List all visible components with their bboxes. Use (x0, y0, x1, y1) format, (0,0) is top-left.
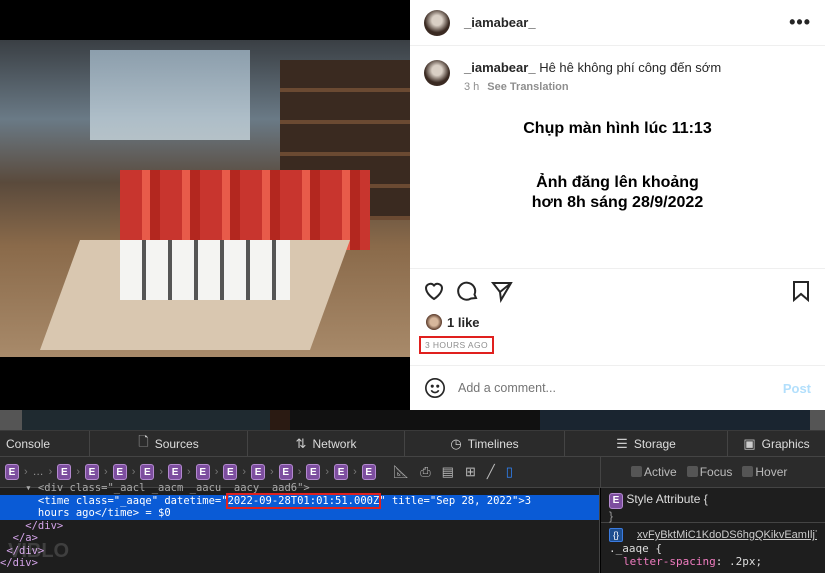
grid-icon[interactable]: ⊞ (465, 464, 476, 480)
crumb-element[interactable]: E (168, 464, 183, 480)
focus-checkbox[interactable]: Focus (686, 465, 732, 479)
dom-line[interactable]: </a> (0, 532, 599, 545)
see-translation-link[interactable]: See Translation (487, 81, 568, 93)
time-ago[interactable]: 3 HOURS AGO (419, 336, 494, 354)
post-button[interactable]: Post (783, 381, 811, 396)
tab-graphics[interactable]: ▣ Graphics (728, 431, 825, 456)
pencil-icon[interactable]: ╱ (487, 464, 495, 480)
document-icon: 🗋 (138, 433, 149, 449)
tab-sources[interactable]: 🗋 Sources (90, 431, 248, 456)
crumb-element[interactable]: E (57, 464, 72, 480)
post-photo[interactable] (0, 40, 410, 357)
caption-username[interactable]: _iamabear_ (464, 60, 536, 75)
post-header: _iamabear_ ••• (410, 0, 825, 46)
styles-sidebar: E Style Attribute { } {} xvFyBktMiC1KdoDS… (601, 488, 825, 573)
likes[interactable]: 1 like (426, 314, 480, 330)
crumb-ellipsis[interactable]: … (33, 466, 44, 478)
comment-icon[interactable] (456, 279, 480, 303)
overlay-note-2: Ảnh đăng lên khoảng (536, 174, 699, 191)
crumb-element[interactable]: E (112, 464, 127, 480)
crumb-element[interactable]: E (140, 464, 155, 480)
username[interactable]: _iamabear_ (464, 15, 536, 30)
watermark: VIBLO (8, 540, 70, 562)
avatar[interactable] (424, 60, 450, 86)
forced-states: Active Focus Hover (600, 457, 825, 488)
liker-avatar (426, 314, 442, 330)
caption: _iamabear_ Hê hê không phí công đến sớm … (410, 46, 825, 93)
dom-line[interactable]: </div> (0, 545, 599, 558)
crumb-element[interactable]: E (223, 464, 238, 480)
crumb-element[interactable]: E (85, 464, 100, 480)
dom-line[interactable]: </div> (0, 520, 599, 533)
dom-line-selected[interactable]: <time class="_aaqe" datetime="2022-09-28… (0, 492, 599, 509)
compositing-icon[interactable]: ▤ (442, 464, 454, 480)
likes-count[interactable]: 1 like (447, 315, 480, 330)
comment-bar: Post (410, 365, 825, 410)
clock-icon: ◷ (450, 435, 462, 451)
crumb-element[interactable]: E (361, 464, 376, 480)
print-icon[interactable]: ⎙ (420, 464, 430, 480)
hover-checkbox[interactable]: Hover (742, 465, 787, 479)
tab-timelines[interactable]: ◷ Timelines (405, 431, 565, 456)
dom-line[interactable]: </div> (0, 557, 599, 570)
rule-selector[interactable]: ._aaqe { (609, 542, 817, 555)
devtools-tab-bar: Console 🗋 Sources ⇅ Network ◷ Timelines ☰ St… (0, 430, 825, 457)
element-badge: E (609, 492, 623, 509)
overlay-note-3: hơn 8h sáng 28/9/2022 (531, 194, 704, 211)
dom-tree: ▾ <div class="_aacl _aacm _aacu _aacy _a… (0, 482, 600, 573)
overlay-note-1: Chụp màn hình lúc 11:13 (523, 120, 712, 137)
caption-time: 3 h (464, 81, 480, 93)
tab-network[interactable]: ⇅ Network (248, 431, 405, 456)
tab-console[interactable]: Console (0, 431, 90, 456)
post-panel: _iamabear_ ••• _iamabear_ Hê hê không ph… (410, 0, 825, 410)
style-attribute-label: Style Attribute (626, 492, 701, 506)
crumb-element[interactable]: E (334, 464, 349, 480)
crumb-element[interactable]: E (278, 464, 293, 480)
blurred-background (0, 410, 825, 430)
rule-declaration[interactable]: letter-spacing: .2px; (609, 555, 817, 568)
style-attribute-block: E Style Attribute { } (601, 488, 825, 523)
crumb-element[interactable]: E (251, 464, 266, 480)
share-icon[interactable] (490, 279, 514, 303)
crumb-element[interactable]: E (306, 464, 321, 480)
more-horizontal-icon[interactable]: ••• (789, 12, 811, 33)
stylesheet-link[interactable]: xvFyBktMiC1KdoDS6hgQKikvEamIlj7 (637, 529, 817, 541)
comment-input[interactable] (458, 381, 783, 395)
action-bar (410, 268, 825, 312)
image-icon: ▣ (743, 435, 756, 451)
emoji-icon[interactable] (424, 377, 446, 399)
stylesheet-icon: {} (609, 528, 623, 542)
active-checkbox[interactable]: Active (631, 465, 677, 479)
crumb-element[interactable]: E (5, 464, 19, 480)
network-icon: ⇅ (295, 435, 307, 451)
heart-icon[interactable] (422, 279, 446, 303)
caption-text: Hê hê không phí công đến sớm (539, 60, 722, 75)
dom-line[interactable]: ▾ <div class="_aacl _aacm _aacu _aacy _a… (0, 482, 599, 495)
avatar[interactable] (424, 9, 450, 36)
ruler-icon[interactable]: 📐︎ (393, 464, 410, 480)
datetime-value: 2022-09-28T01:01:51.000Z (225, 492, 382, 509)
tab-storage[interactable]: ☰ Storage (565, 431, 728, 456)
crumb-element[interactable]: E (195, 464, 210, 480)
post-photo-area (0, 0, 410, 410)
database-icon: ☰ (616, 435, 628, 451)
dom-line-selected[interactable]: hours ago</time> = $0 (0, 507, 599, 520)
bookmark-icon[interactable] (789, 279, 813, 303)
sidebar-toggle-icon[interactable]: ▯ (506, 464, 513, 480)
